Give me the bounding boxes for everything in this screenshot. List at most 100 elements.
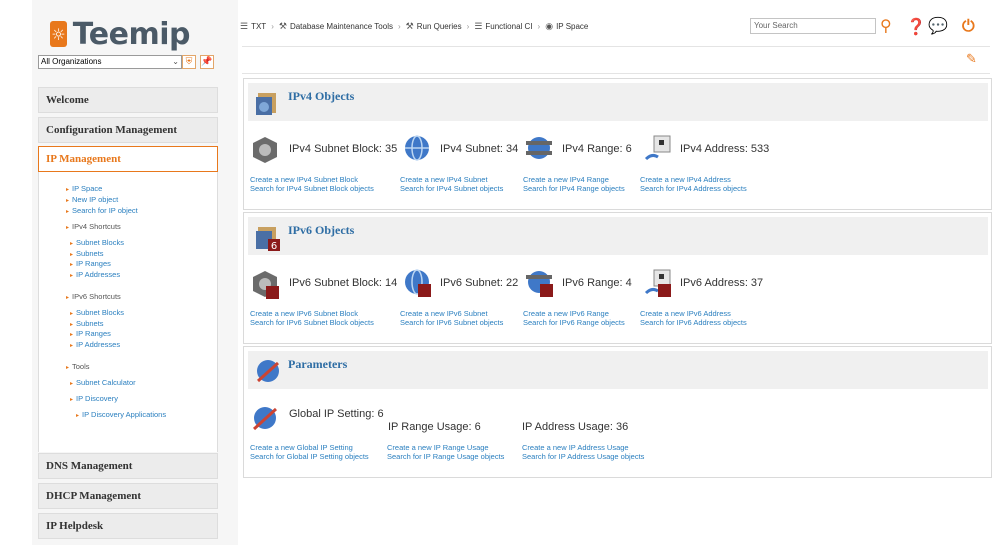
subnet-globe-icon[interactable]: [402, 133, 432, 163]
toolbar: [242, 46, 990, 74]
search-ipv4-subnet-block-link[interactable]: Search for IPv4 Subnet Block objects: [250, 184, 374, 193]
menu-ipv4-ip-addresses[interactable]: IP Addresses: [70, 270, 120, 281]
menu-ipv4-ip-ranges[interactable]: IP Ranges: [70, 259, 111, 270]
brand-name: Teemip: [72, 16, 191, 52]
chevron-right-icon: ›: [537, 22, 541, 31]
chevron-right-icon: ›: [466, 22, 470, 31]
search-ip-address-usage-link[interactable]: Search for IP Address Usage objects: [522, 452, 644, 461]
chat-icon[interactable]: 💬: [928, 16, 948, 35]
create-global-ip-setting-link[interactable]: Create a new Global IP Setting: [250, 443, 353, 452]
menu-ipv4-subnet-blocks[interactable]: Subnet Blocks: [70, 238, 124, 249]
globe-icon: ◉: [545, 21, 554, 31]
create-ipv4-subnet-link[interactable]: Create a new IPv4 Subnet: [400, 175, 488, 184]
ip-address-plug-icon[interactable]: [642, 267, 672, 297]
breadcrumb: ☰ TXT › ⚒ Database Maintenance Tools › ⚒…: [240, 21, 588, 32]
menu-subnet-calculator[interactable]: Subnet Calculator: [70, 378, 136, 389]
card-title: Parameters: [288, 357, 348, 371]
search-icon[interactable]: ⚲: [880, 16, 892, 35]
create-ipv6-address-link[interactable]: Create a new IPv6 Address: [640, 309, 731, 318]
search-global-ip-setting-link[interactable]: Search for Global IP Setting objects: [250, 452, 369, 461]
ipv4-subnet-block-count[interactable]: IPv4 Subnet Block: 35: [289, 143, 397, 155]
ipv6-subnet-count[interactable]: IPv6 Subnet: 22: [440, 277, 518, 289]
menu-ip-discovery[interactable]: IP Discovery: [70, 394, 118, 405]
breadcrumb-item[interactable]: Functional CI: [485, 22, 532, 31]
list-icon: ☰: [240, 21, 249, 31]
ipv4-address-count[interactable]: IPv4 Address: 533: [680, 143, 769, 155]
create-ip-address-usage-link[interactable]: Create a new IP Address Usage: [522, 443, 629, 452]
org-tree-icon[interactable]: ⛨: [182, 55, 196, 69]
pin-icon[interactable]: 📌: [200, 55, 214, 69]
card-title: IPv6 Objects: [288, 223, 355, 237]
search-ipv6-range-link[interactable]: Search for IPv6 Range objects: [523, 318, 625, 327]
search-ipv6-address-link[interactable]: Search for IPv6 Address objects: [640, 318, 747, 327]
create-ipv4-range-link[interactable]: Create a new IPv4 Range: [523, 175, 609, 184]
menu-welcome[interactable]: Welcome: [38, 87, 218, 113]
brand-logo[interactable]: ☼ Teemip: [50, 16, 191, 52]
menu-ip-helpdesk[interactable]: IP Helpdesk: [38, 513, 218, 539]
organization-select[interactable]: All Organizations ⌄: [38, 55, 182, 69]
breadcrumb-item[interactable]: IP Space: [556, 22, 588, 31]
menu-configuration-management[interactable]: Configuration Management: [38, 117, 218, 143]
ip-address-plug-icon[interactable]: [642, 133, 672, 163]
create-ipv6-subnet-block-link[interactable]: Create a new IPv6 Subnet Block: [250, 309, 358, 318]
subnet-block-icon[interactable]: [250, 135, 280, 165]
search-ip-range-usage-link[interactable]: Search for IP Range Usage objects: [387, 452, 504, 461]
parameters-globe-icon: [256, 360, 280, 383]
range-globe-icon[interactable]: [524, 267, 554, 297]
menu-ipv6-ip-addresses[interactable]: IP Addresses: [70, 340, 120, 351]
menu-ipv6-ip-ranges[interactable]: IP Ranges: [70, 329, 111, 340]
power-icon[interactable]: ⏻: [962, 16, 975, 36]
menu-new-ip-object[interactable]: New IP object: [66, 195, 118, 206]
chevron-down-icon: ⌄: [172, 57, 179, 66]
ipv6-address-count[interactable]: IPv6 Address: 37: [680, 277, 763, 289]
search-ipv6-subnet-link[interactable]: Search for IPv6 Subnet objects: [400, 318, 503, 327]
create-ipv4-subnet-block-link[interactable]: Create a new IPv4 Subnet Block: [250, 175, 358, 184]
search-ipv4-address-link[interactable]: Search for IPv4 Address objects: [640, 184, 747, 193]
breadcrumb-item[interactable]: TXT: [251, 22, 266, 31]
menu-ipv6-subnet-blocks[interactable]: Subnet Blocks: [70, 308, 124, 319]
organization-select-value: All Organizations: [41, 57, 102, 66]
search-ipv4-subnet-link[interactable]: Search for IPv4 Subnet objects: [400, 184, 503, 193]
subnet-globe-icon[interactable]: [402, 267, 432, 297]
menu-ipv6-shortcuts[interactable]: IPv6 Shortcuts: [66, 292, 121, 303]
create-ipv6-range-link[interactable]: Create a new IPv6 Range: [523, 309, 609, 318]
chevron-right-icon: ›: [397, 22, 401, 31]
create-ipv6-subnet-link[interactable]: Create a new IPv6 Subnet: [400, 309, 488, 318]
menu-search-ip-object[interactable]: Search for IP object: [66, 206, 138, 217]
create-ipv4-address-link[interactable]: Create a new IPv4 Address: [640, 175, 731, 184]
chevron-right-icon: ›: [271, 22, 274, 31]
menu-ip-management[interactable]: IP Management: [38, 146, 218, 172]
ip-range-usage-count[interactable]: IP Range Usage: 6: [388, 421, 481, 433]
search-input[interactable]: Your Search: [750, 18, 876, 34]
menu-ip-discovery-applications[interactable]: IP Discovery Applications: [76, 410, 166, 421]
ipv4-subnet-count[interactable]: IPv4 Subnet: 34: [440, 143, 518, 155]
parameters-card: Parameters Global IP Setting: 6 IP Range…: [243, 346, 992, 478]
search-ipv6-subnet-block-link[interactable]: Search for IPv6 Subnet Block objects: [250, 318, 374, 327]
breadcrumb-item[interactable]: Database Maintenance Tools: [290, 22, 393, 31]
ipv6-range-count[interactable]: IPv6 Range: 4: [562, 277, 632, 289]
global-ip-setting-count[interactable]: Global IP Setting: 6: [289, 408, 384, 420]
ip-address-usage-count[interactable]: IP Address Usage: 36: [522, 421, 628, 433]
subnet-block-icon[interactable]: [250, 269, 280, 299]
menu-ipv4-shortcuts[interactable]: IPv4 Shortcuts: [66, 222, 121, 233]
menu-ip-space[interactable]: IP Space: [66, 184, 102, 195]
card-header: Parameters: [248, 351, 988, 389]
edit-pencil-icon[interactable]: ✎: [966, 52, 977, 67]
range-globe-icon[interactable]: [524, 133, 554, 163]
help-icon[interactable]: ❓: [906, 17, 926, 36]
global-setting-icon[interactable]: [250, 403, 280, 433]
list-icon: ☰: [474, 21, 483, 31]
menu-tools[interactable]: Tools: [66, 362, 90, 373]
create-ip-range-usage-link[interactable]: Create a new IP Range Usage: [387, 443, 489, 452]
app-window: ☼ Teemip All Organizations ⌄ ⛨ 📌 Welcome…: [0, 0, 1000, 545]
ipv4-folder-icon: [256, 93, 276, 115]
search-ipv4-range-link[interactable]: Search for IPv4 Range objects: [523, 184, 625, 193]
card-header: IPv4 Objects: [248, 83, 988, 121]
ipv4-range-count[interactable]: IPv4 Range: 6: [562, 143, 632, 155]
breadcrumb-item[interactable]: Run Queries: [417, 22, 462, 31]
ipv6-objects-card: 6 IPv6 Objects IPv6 Subnet Block: 14 IPv…: [243, 212, 992, 344]
menu-dhcp-management[interactable]: DHCP Management: [38, 483, 218, 509]
ipv6-folder-icon: 6: [256, 227, 280, 251]
menu-dns-management[interactable]: DNS Management: [38, 453, 218, 479]
ipv6-subnet-block-count[interactable]: IPv6 Subnet Block: 14: [289, 277, 397, 289]
